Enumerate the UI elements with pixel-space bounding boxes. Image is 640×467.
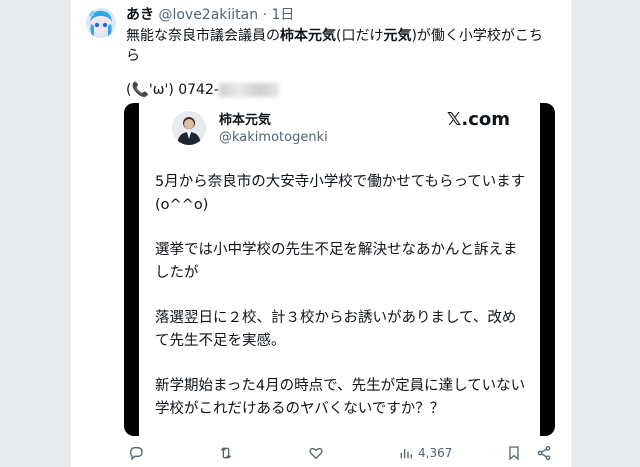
card-paragraph: 新学期始まった4月の時点で、先生が定員に達していない学校がこれだけあるのヤバくな… xyxy=(155,378,526,417)
share-icon xyxy=(537,446,551,460)
author-handle[interactable]: @love2akiitan xyxy=(158,7,258,23)
card-avatar xyxy=(172,111,206,145)
tweet-text-part: (口だけ xyxy=(336,28,384,44)
retweet-icon xyxy=(220,447,232,459)
bookmark-icon xyxy=(509,446,519,461)
person-photo-icon xyxy=(172,111,206,145)
phone-prefix: (📞'ω') 0742- xyxy=(126,82,219,98)
card-handle: @kakimotogenki xyxy=(219,130,328,145)
media-attachment[interactable]: 柿本元気 @kakimotogenki 𝕏.com 5月から奈良市の大安寺小学校… xyxy=(124,103,555,436)
author-name[interactable]: あき xyxy=(126,7,154,23)
phone-redaction xyxy=(218,83,279,97)
like-button[interactable] xyxy=(308,444,324,462)
card-name: 柿本元気 xyxy=(219,113,272,128)
screenshot-frame: あき @love2akiitan · 1日 無能な奈良市議会議員の柿本元気(口だ… xyxy=(0,0,640,467)
phone-line: (📞'ω') 0742- xyxy=(126,80,279,100)
card-paragraph: 5月から奈良市の大安寺小学校で働かせてもらっています(o^^o) xyxy=(155,174,526,213)
reply-button[interactable] xyxy=(128,444,144,462)
tweet-text-part: 柿本元気 xyxy=(280,28,336,44)
tweet-text: 無能な奈良市議会議員の柿本元気(口だけ元気)が働く小学校がこちら xyxy=(126,26,556,66)
views-count: 4,367 xyxy=(418,446,453,460)
heart-icon xyxy=(309,447,323,460)
x-logo: 𝕏.com xyxy=(446,109,510,130)
card-paragraph: 落選翌日に２校、計３校からお誘いがありまして、改めて先生不足を実感。 xyxy=(155,310,517,349)
screenshot-card: 柿本元気 @kakimotogenki 𝕏.com 5月から奈良市の大安寺小学校… xyxy=(139,103,540,436)
action-bar: 4,367 xyxy=(126,444,556,464)
reply-icon xyxy=(129,447,143,461)
header-separator: · xyxy=(262,7,268,23)
card-body: 5月から奈良市の大安寺小学校で働かせてもらっています(o^^o) 選挙では小中学… xyxy=(155,171,530,436)
views-icon xyxy=(400,449,412,459)
anime-avatar-icon xyxy=(86,8,116,38)
author-avatar[interactable] xyxy=(86,8,116,38)
bookmark-button[interactable] xyxy=(506,444,522,462)
card-paragraph: 選挙では小中学校の先生不足を解決せなあかんと訴えましたが xyxy=(155,242,518,281)
tweet-text-part: 元気 xyxy=(383,28,412,44)
tweet-header: あき @love2akiitan · 1日 xyxy=(126,5,294,25)
tweet-text-part: 無能な奈良市議会議員の xyxy=(126,28,280,44)
views-button[interactable]: 4,367 xyxy=(398,444,452,462)
share-button[interactable] xyxy=(536,444,552,462)
retweet-button[interactable] xyxy=(218,444,234,462)
tweet-timestamp[interactable]: 1日 xyxy=(271,7,294,23)
